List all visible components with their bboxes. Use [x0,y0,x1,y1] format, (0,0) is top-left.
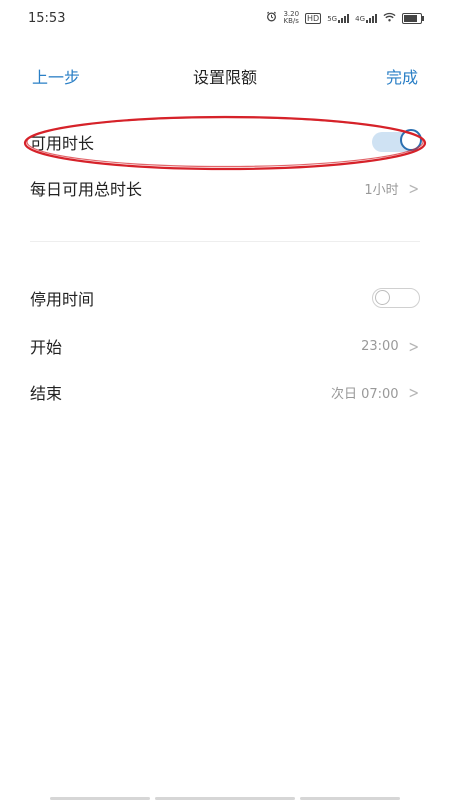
downtime-toggle[interactable] [372,288,420,308]
status-bar: 15:53 3.20 KB/s HD 5G 4G [0,0,450,36]
page-title: 设置限额 [192,68,257,87]
chevron-right-icon: > [407,178,419,198]
downtime-row[interactable]: 停用时间 [30,278,420,318]
signal-4g: 4G [355,13,377,23]
start-time-value: 23:00 [361,338,399,354]
toggle-knob [375,290,390,305]
downtime-label: 停用时间 [30,290,95,309]
start-time-value-group: 23:00 > [361,337,420,356]
section-divider [30,241,420,242]
end-time-value-group: 次日 07:00 > [331,383,420,402]
start-time-label: 开始 [30,338,63,357]
status-icons: 3.20 KB/s HD 5G 4G [266,11,424,25]
alarm-icon [266,11,277,25]
chevron-right-icon: > [407,336,419,356]
network-speed: 3.20 KB/s [283,11,299,25]
signal-5g: 5G [327,13,350,23]
available-duration-toggle[interactable] [372,129,422,152]
end-time-label: 结束 [30,384,63,403]
battery-icon [402,12,424,24]
hd-icon: HD [305,12,322,24]
daily-total-value-group: 1小时 > [364,179,420,198]
status-time: 15:53 [28,11,66,26]
nav-bar: 上一步 设置限额 完成 [0,52,450,96]
daily-total-label: 每日可用总时长 [30,180,143,199]
toggle-knob [400,129,422,151]
wifi-icon [383,12,396,25]
chevron-right-icon: > [407,382,419,402]
end-time-row[interactable]: 结束 次日 07:00 > [30,372,420,412]
signal-bars-icon [366,13,377,23]
daily-total-row[interactable]: 每日可用总时长 1小时 > [30,168,420,208]
available-duration-row[interactable]: 可用时长 [30,122,422,162]
signal-bars-icon [338,13,350,23]
daily-total-value: 1小时 [364,182,399,198]
network-speed-unit: KB/s [283,17,299,25]
done-button[interactable]: 完成 [386,64,418,88]
signal-4g-label: 4G [355,14,365,23]
end-time-value: 次日 07:00 [330,386,399,402]
available-duration-label: 可用时长 [30,134,95,153]
start-time-row[interactable]: 开始 23:00 > [30,326,420,366]
signal-5g-label: 5G [327,14,338,23]
